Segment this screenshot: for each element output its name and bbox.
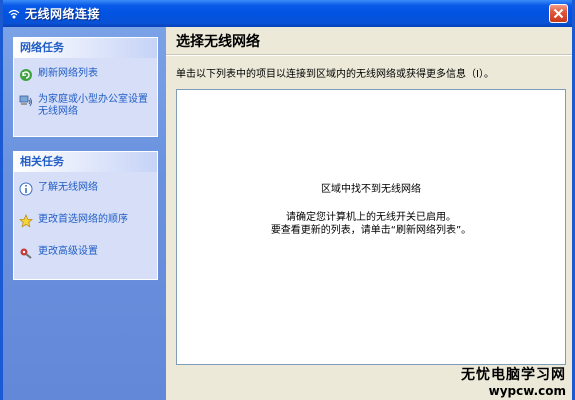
close-icon <box>553 8 564 19</box>
refresh-icon <box>19 68 33 82</box>
watermark-url: wypcw.com <box>488 384 566 398</box>
change-preferred-order-link[interactable]: 更改首选网络的顺序 <box>14 214 157 228</box>
change-preferred-order-label: 更改首选网络的顺序 <box>38 214 128 225</box>
learn-wireless-link[interactable]: 了解无线网络 <box>14 182 157 196</box>
heading-divider <box>166 54 572 56</box>
site-watermark: 无忧电脑学习网 wypcw.com <box>461 364 566 398</box>
instruction-text: 单击以下列表中的项目以连接到区域内的无线网络或获得更多信息（I）。 <box>176 69 494 80</box>
wireless-connection-window: 无线网络连接 网络任务 刷新网络列表 为家庭或小型办公室设置无线网络 相关任务 … <box>0 0 575 400</box>
change-advanced-settings-link[interactable]: 更改高级设置 <box>14 246 157 260</box>
no-networks-message: 区域中找不到无线网络 <box>321 184 421 195</box>
main-content: 选择无线网络 单击以下列表中的项目以连接到区域内的无线网络或获得更多信息（I）。… <box>166 27 572 400</box>
watermark-title: 无忧电脑学习网 <box>461 367 566 383</box>
settings-icon <box>19 246 33 260</box>
setup-home-network-link[interactable]: 为家庭或小型办公室设置无线网络 <box>14 94 157 118</box>
change-advanced-settings-label: 更改高级设置 <box>38 246 98 257</box>
window-title: 无线网络连接 <box>25 7 101 21</box>
page-title: 选择无线网络 <box>176 34 260 50</box>
refresh-network-list-label: 刷新网络列表 <box>38 68 98 79</box>
info-icon <box>19 182 33 196</box>
learn-wireless-label: 了解无线网络 <box>38 182 98 193</box>
setup-home-network-label: 为家庭或小型办公室设置无线网络 <box>38 94 148 117</box>
close-button[interactable] <box>549 4 568 23</box>
related-tasks-panel: 相关任务 了解无线网络 更改首选网络的顺序 更改高级设置 <box>13 151 158 280</box>
task-sidebar: 网络任务 刷新网络列表 为家庭或小型办公室设置无线网络 相关任务 了解无线网络 … <box>3 27 166 400</box>
wireless-icon <box>7 8 21 20</box>
network-tasks-panel: 网络任务 刷新网络列表 为家庭或小型办公室设置无线网络 <box>13 37 158 137</box>
title-bar[interactable]: 无线网络连接 <box>3 0 572 27</box>
wireless-network-list[interactable]: 区域中找不到无线网络 请确定您计算机上的无线开关已启用。 要查看更新的列表，请单… <box>176 89 566 365</box>
setup-network-icon <box>19 94 33 108</box>
refresh-network-list-link[interactable]: 刷新网络列表 <box>14 68 157 82</box>
star-icon <box>19 214 33 228</box>
related-tasks-header[interactable]: 相关任务 <box>14 152 157 172</box>
network-tasks-header[interactable]: 网络任务 <box>14 38 157 58</box>
refresh-hint: 要查看更新的列表，请单击“刷新网络列表”。 <box>270 225 472 236</box>
